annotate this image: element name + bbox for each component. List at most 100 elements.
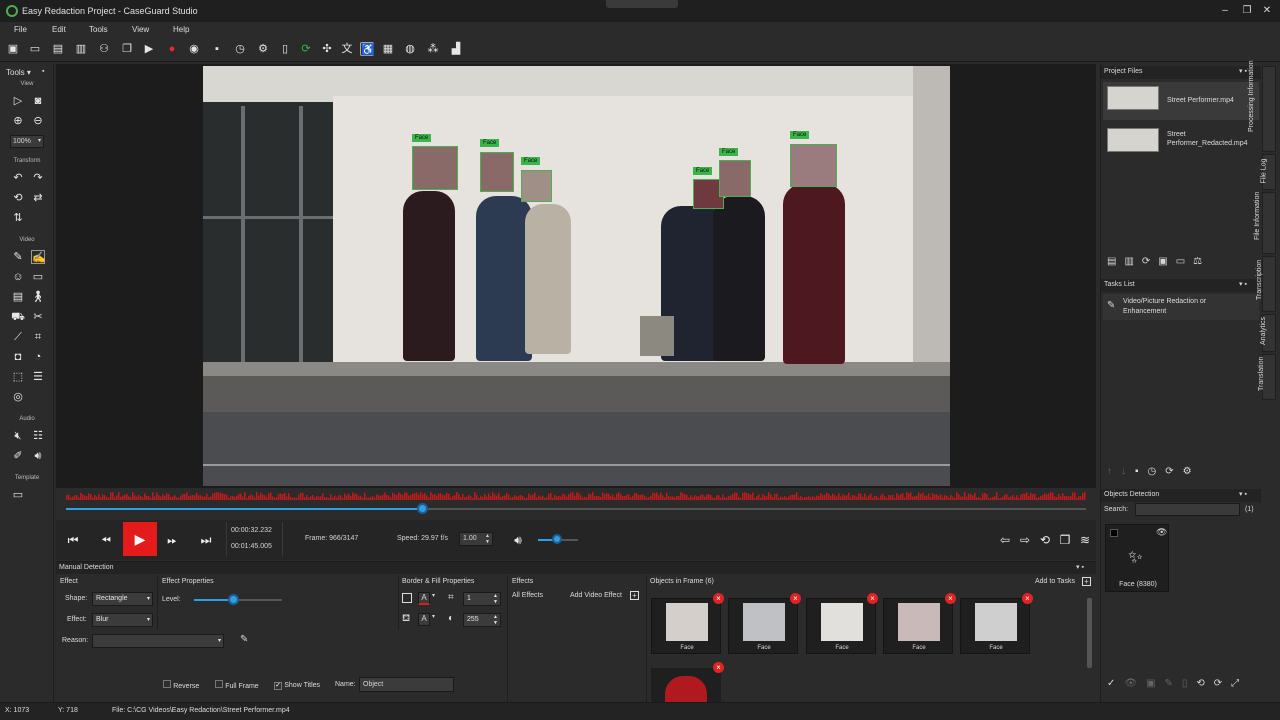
print-icon[interactable]: ▥	[74, 42, 88, 56]
border-color-icon[interactable]: A	[418, 592, 430, 605]
face-box[interactable]	[719, 160, 751, 197]
pen-icon[interactable]: ✎	[11, 250, 25, 264]
play-button[interactable]: ▶	[123, 522, 157, 556]
history-icon[interactable]: ◷	[233, 42, 247, 56]
frame-select-icon[interactable]: ⬚	[11, 370, 25, 384]
audio-edit-icon[interactable]: ✐	[11, 449, 25, 463]
crop-icon[interactable]: ⌗	[31, 330, 45, 344]
reason-select[interactable]: ▾	[92, 634, 224, 648]
menu-file[interactable]: File	[14, 25, 27, 34]
panel-menu-icon[interactable]: ▾ ▪	[1076, 563, 1084, 571]
brush-icon[interactable]: ⟋	[11, 330, 25, 344]
shape-select[interactable]: Rectangle ▾	[92, 592, 153, 606]
maximize-icon[interactable]: ❐	[1240, 4, 1254, 18]
copy-icon[interactable]: ❐	[120, 42, 134, 56]
document-icon[interactable]: ▯	[278, 42, 292, 56]
tab-processing-information[interactable]: Processing Information	[1248, 60, 1276, 152]
border-color-dropdown-icon[interactable]: ▾	[432, 592, 435, 599]
rotate-right-icon[interactable]: ↷	[31, 171, 45, 185]
seek-handle[interactable]	[417, 503, 428, 514]
task-item[interactable]: ✎ Video/Picture Redaction or Enhancement	[1103, 294, 1259, 320]
flip-horizontal-icon[interactable]: ⇄	[31, 191, 45, 205]
search-input[interactable]	[1135, 503, 1240, 516]
volume-handle[interactable]	[552, 534, 562, 544]
rotate-left-icon[interactable]: ↶	[11, 171, 25, 185]
panel-menu-icon[interactable]: ▾ ▪	[1239, 280, 1247, 288]
eye-icon[interactable]: 👁︎	[1156, 527, 1167, 538]
object-thumbnail[interactable]: Face	[883, 598, 953, 654]
monitor-icon[interactable]: ▭	[31, 270, 45, 284]
badge-icon[interactable]: ◎	[11, 390, 25, 404]
effect-select[interactable]: Blur ▾	[92, 613, 153, 627]
loop-icon[interactable]: ⟲	[1036, 531, 1054, 549]
previous-frame-icon[interactable]: ⇦	[996, 531, 1014, 549]
panel-menu-icon[interactable]: ▾ ▪	[1239, 490, 1247, 498]
level-handle[interactable]	[227, 594, 239, 605]
menu-edit[interactable]: Edit	[52, 25, 66, 34]
skip-to-end-icon[interactable]: ⏭︎	[197, 531, 215, 549]
menu-view[interactable]: View	[132, 25, 149, 34]
face-box[interactable]	[412, 146, 458, 190]
accessibility-icon[interactable]: ♿	[360, 42, 375, 56]
name-input[interactable]: Object	[359, 677, 454, 692]
minimize-icon[interactable]: –	[1218, 4, 1232, 18]
project-files-toolbar[interactable]: ▤▥⟳▣▭⚖	[1107, 256, 1210, 267]
opacity-icon[interactable]: ◐	[448, 613, 454, 624]
fill-color-dropdown-icon[interactable]: ▾	[432, 613, 435, 620]
add-video-effect-button[interactable]: Add Video Effect	[570, 592, 622, 599]
zoom-in-icon[interactable]: ⊕	[11, 114, 25, 128]
settings-icon[interactable]: ⚙	[256, 42, 270, 56]
object-thumbnail[interactable]: Face	[806, 598, 876, 654]
fill-opacity-stepper[interactable]: 255 ▲ ▼	[463, 613, 501, 627]
remove-object-icon[interactable]: ×	[867, 593, 878, 604]
zoom-select[interactable]: 100% ▾	[10, 135, 44, 148]
speedometer-icon[interactable]: ◔	[31, 350, 45, 364]
person-draw-icon[interactable]: ✍	[31, 250, 46, 264]
flip-vertical-icon[interactable]: ⇅	[11, 211, 25, 225]
all-effects-tab[interactable]: All Effects	[512, 592, 543, 599]
waveform-icon[interactable]: ≋	[1076, 531, 1094, 549]
objects-toolbar[interactable]: ✓👁︎▣✎▯⟲⟳⤢	[1107, 678, 1248, 689]
fast-forward-icon[interactable]: ⏩︎	[163, 531, 181, 549]
remove-object-icon[interactable]: ×	[713, 593, 724, 604]
video-frame[interactable]: Face Face Face Face Face Face	[203, 66, 950, 486]
fill-color-icon[interactable]: A	[418, 613, 430, 626]
skip-to-start-icon[interactable]: ⏮︎	[64, 531, 82, 549]
tab-file-log[interactable]: File Log	[1261, 154, 1276, 190]
people-icon[interactable]: ⚇	[97, 42, 111, 56]
close-icon[interactable]: ✕	[1260, 4, 1274, 18]
face-box[interactable]	[790, 144, 837, 187]
face-box[interactable]	[521, 170, 552, 202]
equalizer-icon[interactable]: ☷	[31, 429, 45, 443]
object-thumbnail[interactable]: Face	[960, 598, 1030, 654]
speaker-icon[interactable]: 🔊︎	[31, 449, 45, 463]
menu-tools[interactable]: Tools	[89, 25, 108, 34]
record-icon[interactable]: ●	[165, 42, 179, 56]
panel-menu-icon[interactable]: ▾ ▪	[1239, 67, 1247, 75]
open-folder-icon[interactable]: ▭	[28, 42, 42, 56]
volume-icon[interactable]: 🔊︎	[509, 531, 527, 549]
youtube-icon[interactable]: ▶	[142, 42, 156, 56]
reverse-checkbox[interactable]: Reverse	[163, 680, 199, 690]
zoom-out-icon[interactable]: ⊖	[31, 114, 45, 128]
webcam-icon[interactable]: ◉	[187, 42, 201, 56]
save-icon[interactable]: ▪	[210, 42, 224, 56]
seek-bar[interactable]	[56, 500, 1096, 518]
network-icon[interactable]: ✣	[320, 42, 334, 56]
translate-icon[interactable]: 文	[340, 42, 354, 56]
tasks-toolbar[interactable]: ↑↓▪◷⟳⚙	[1107, 466, 1201, 477]
car-icon[interactable]: ⛟	[11, 310, 25, 324]
new-project-icon[interactable]: ▣	[6, 42, 20, 56]
add-to-tasks-button[interactable]: Add to Tasks	[1035, 578, 1075, 585]
full-frame-checkbox[interactable]: Full Frame	[215, 680, 259, 690]
tab-file-information[interactable]: File Information	[1254, 192, 1276, 254]
edit-reason-icon[interactable]: ✎	[240, 634, 248, 645]
detected-object-card[interactable]: 👁︎ ✨︎ Face (8380)	[1105, 524, 1169, 592]
tab-transcription[interactable]: Transcription	[1256, 256, 1276, 312]
fill-bucket-icon[interactable]: ⛾	[402, 613, 410, 626]
mute-icon[interactable]: 🔇︎	[11, 429, 25, 443]
hierarchy-icon[interactable]: ▟	[449, 42, 463, 56]
remove-object-icon[interactable]: ×	[945, 593, 956, 604]
add-effect-icon[interactable]: +	[630, 591, 639, 600]
speed-stepper[interactable]: 1.00 ▲ ▼	[459, 532, 493, 546]
